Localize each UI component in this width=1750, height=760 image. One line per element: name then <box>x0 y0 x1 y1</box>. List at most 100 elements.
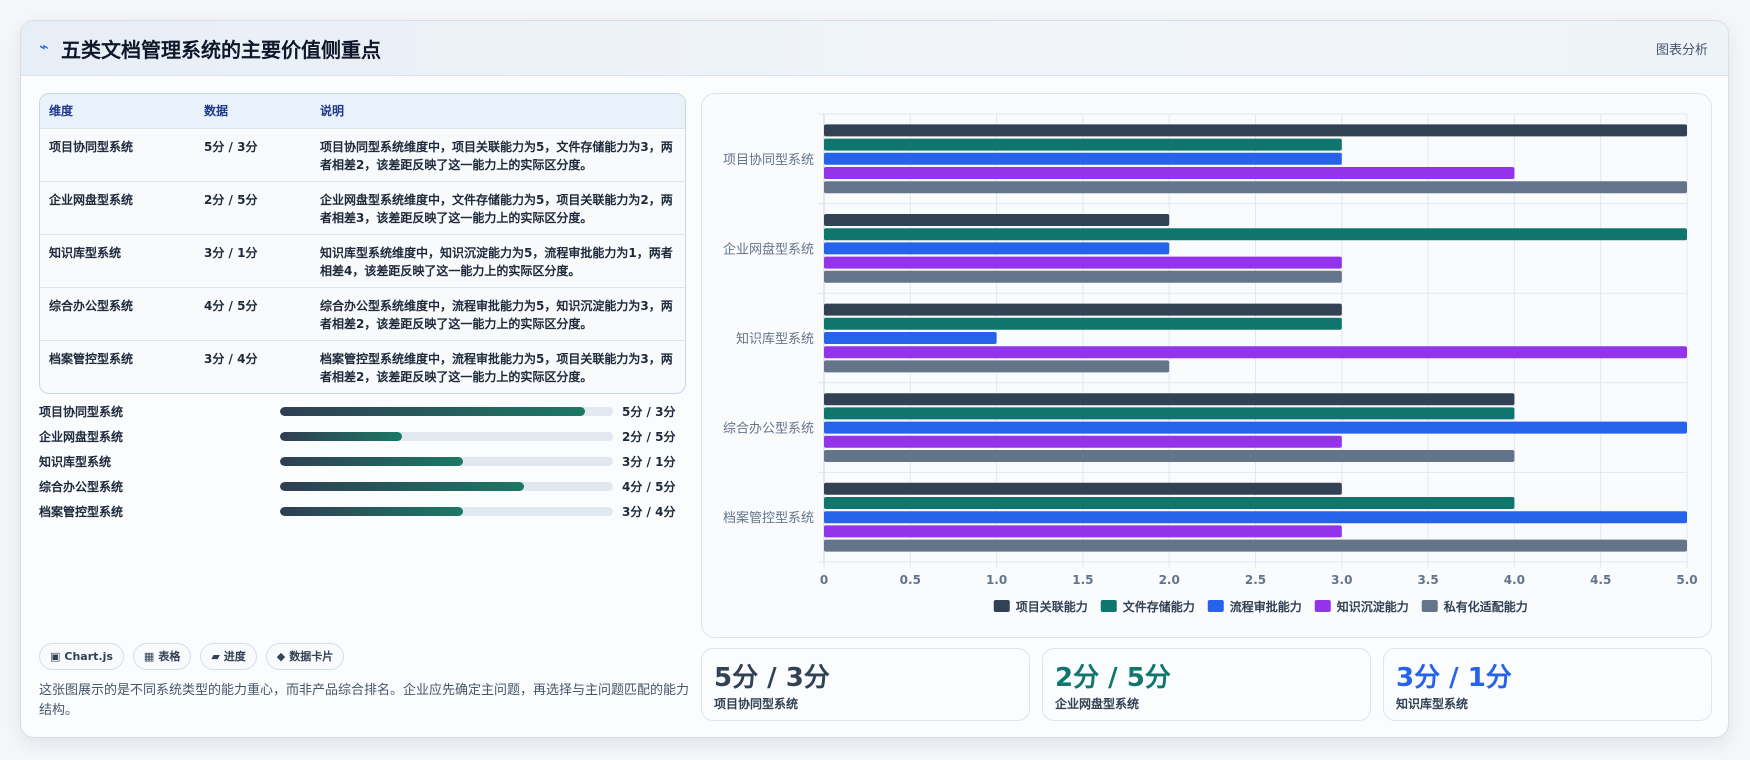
tag-label: Chart.js <box>64 650 113 663</box>
bar <box>824 435 1342 448</box>
bar <box>824 242 1170 255</box>
diamond-icon: ◆ <box>276 650 286 663</box>
legend-label: 项目关联能力 <box>1016 599 1088 614</box>
header-bar: ⌁ 五类文档管理系统的主要价值侧重点 图表分析 <box>21 21 1728 76</box>
progress-track <box>280 507 613 516</box>
bar <box>824 332 997 344</box>
progress-value: 3分 / 4分 <box>622 505 676 519</box>
bar <box>824 393 1515 406</box>
column-header-data: 数据 <box>204 104 229 119</box>
progress-fill <box>280 507 464 516</box>
bar <box>824 497 1515 509</box>
table-row: 项目协同型系统 5分 / 3分 项目协同型系统维度中，项目关联能力为5，文件存储… <box>40 128 685 181</box>
cell-dimension: 项目协同型系统 <box>49 139 134 154</box>
progress-row: 综合办公型系统 4分 / 5分 <box>39 478 679 503</box>
legend-swatch <box>1100 600 1117 612</box>
cell-description: 档案管控型系统维度中，流程审批能力为5，项目关联能力为3，两者相差2，该差距反映… <box>320 351 673 384</box>
stat-card: 3分 / 1分 知识库型系统 <box>1383 648 1712 721</box>
legend-swatch <box>1314 600 1331 612</box>
cell-data: 3分 / 1分 <box>204 245 258 260</box>
stat-label: 项目协同型系统 <box>714 697 799 711</box>
progress-row: 档案管控型系统 3分 / 4分 <box>39 503 679 528</box>
progress-label: 综合办公型系统 <box>39 480 124 494</box>
bar <box>824 482 1342 495</box>
tag-label: 数据卡片 <box>289 650 334 663</box>
table-row: 知识库型系统 3分 / 1分 知识库型系统维度中，知识沉淀能力为5，流程审批能力… <box>40 234 685 287</box>
cell-data: 5分 / 3分 <box>204 139 258 154</box>
table-icon: ▦ <box>143 650 155 663</box>
bar <box>824 181 1687 194</box>
legend-label: 私有化适配能力 <box>1443 599 1528 614</box>
y-tick-label: 档案管控型系统 <box>723 511 814 526</box>
bar-chart: 0 0.5 1.0 1.5 2.0 2.5 3.0 3.5 4.0 4.5 5.0 项目协同型系统企业… <box>723 113 1698 614</box>
cell-data: 2分 / 5分 <box>204 192 258 207</box>
progress-icon: ▰ <box>211 650 220 663</box>
cell-dimension: 企业网盘型系统 <box>49 192 134 207</box>
bar <box>824 317 1342 330</box>
column-header-description: 说明 <box>320 104 345 119</box>
legend-label: 知识沉淀能力 <box>1336 599 1409 614</box>
legend-swatch <box>1207 600 1224 612</box>
stat-value: 2分 / 5分 <box>1055 663 1171 693</box>
x-tick-label: 2.5 <box>1245 573 1266 587</box>
chart-note: 这张图展示的是不同系统类型的能力重心，而非产品综合排名。企业应先确定主问题，再选… <box>39 683 690 718</box>
bar <box>824 214 1170 226</box>
cell-dimension: 知识库型系统 <box>49 245 122 260</box>
progress-list: 项目协同型系统 5分 / 3分 企业网盘型系统 2分 / 5分 知识库型系统 3… <box>39 403 679 528</box>
bar <box>824 167 1515 179</box>
progress-label: 档案管控型系统 <box>39 505 124 519</box>
progress-track <box>280 407 613 416</box>
x-tick-label: 5.0 <box>1676 573 1697 587</box>
chart-panel: 0 0.5 1.0 1.5 2.0 2.5 3.0 3.5 4.0 4.5 5.0 项目协同型系统 企业… <box>701 93 1712 638</box>
x-tick-label: 1.5 <box>1072 573 1093 587</box>
y-tick-label: 项目协同型系统 <box>723 153 814 168</box>
bar <box>824 421 1687 434</box>
cell-dimension: 档案管控型系统 <box>49 351 134 366</box>
legend-label: 流程审批能力 <box>1230 599 1302 614</box>
cell-description: 知识库型系统维度中，知识沉淀能力为5，流程审批能力为1，两者相差4，该差距反映了… <box>320 245 673 278</box>
progress-label: 企业网盘型系统 <box>39 430 124 444</box>
progress-track <box>280 482 613 491</box>
y-tick-label: 知识库型系统 <box>736 331 814 347</box>
bar <box>824 539 1687 552</box>
bar <box>824 360 1170 373</box>
table-row: 企业网盘型系统 2分 / 5分 企业网盘型系统维度中，文件存储能力为5，项目关联… <box>40 181 685 234</box>
y-tick-label: 企业网盘型系统 <box>723 241 814 257</box>
tag-progress[interactable]: ▰ 进度 <box>200 643 257 670</box>
stat-label: 知识库型系统 <box>1396 697 1469 711</box>
table-row: 综合办公型系统 4分 / 5分 综合办公型系统维度中，流程审批能力为5，知识沉淀… <box>40 287 685 340</box>
column-header-dimension: 维度 <box>49 104 74 119</box>
x-tick-label: 3.0 <box>1331 573 1352 587</box>
legend-swatch <box>993 600 1010 612</box>
table-row: 档案管控型系统 3分 / 4分 档案管控型系统维度中，流程审批能力为5，项目关联… <box>40 340 685 393</box>
cell-description: 项目协同型系统维度中，项目关联能力为5，文件存储能力为3，两者相差2，该差距反映… <box>320 139 673 172</box>
progress-value: 5分 / 3分 <box>622 405 676 419</box>
bar <box>824 525 1342 538</box>
tag-label: 进度 <box>223 650 246 663</box>
chart-icon: ▣ <box>50 650 61 663</box>
bar <box>824 256 1342 269</box>
bar <box>824 124 1687 137</box>
tag-table[interactable]: ▦ 表格 <box>132 643 192 670</box>
tag-data-card[interactable]: ◆ 数据卡片 <box>265 643 345 670</box>
y-tick-label: 综合办公型系统 <box>723 422 814 437</box>
tag-label: 表格 <box>158 650 181 663</box>
tag-list: ▣ Chart.js ▦ 表格 ▰ 进度 ◆ 数据卡片 <box>39 643 345 670</box>
data-table: 维度 数据 说明 项目协同型系统 5分 / 3分 项目协同型系统维度中，项目关联… <box>39 93 686 394</box>
x-tick-label: 3.5 <box>1417 573 1438 587</box>
progress-fill <box>280 432 403 441</box>
stat-label: 企业网盘型系统 <box>1055 697 1140 711</box>
tag-chartjs[interactable]: ▣ Chart.js <box>39 643 124 670</box>
progress-row: 企业网盘型系统 2分 / 5分 <box>39 428 679 453</box>
chart-analysis-link[interactable]: 图表分析 <box>1656 39 1708 58</box>
bar <box>824 511 1687 524</box>
stat-card: 2分 / 5分 企业网盘型系统 <box>1042 648 1371 721</box>
bar <box>824 303 1342 316</box>
progress-value: 4分 / 5分 <box>622 480 676 494</box>
progress-row: 知识库型系统 3分 / 1分 <box>39 453 679 478</box>
bar <box>824 138 1342 151</box>
cell-dimension: 综合办公型系统 <box>49 298 134 313</box>
cell-description: 企业网盘型系统维度中，文件存储能力为5，项目关联能力为2，两者相差3，该差距反映… <box>320 192 673 225</box>
legend-swatch <box>1421 600 1438 612</box>
x-tick-label: 0.5 <box>900 573 921 587</box>
